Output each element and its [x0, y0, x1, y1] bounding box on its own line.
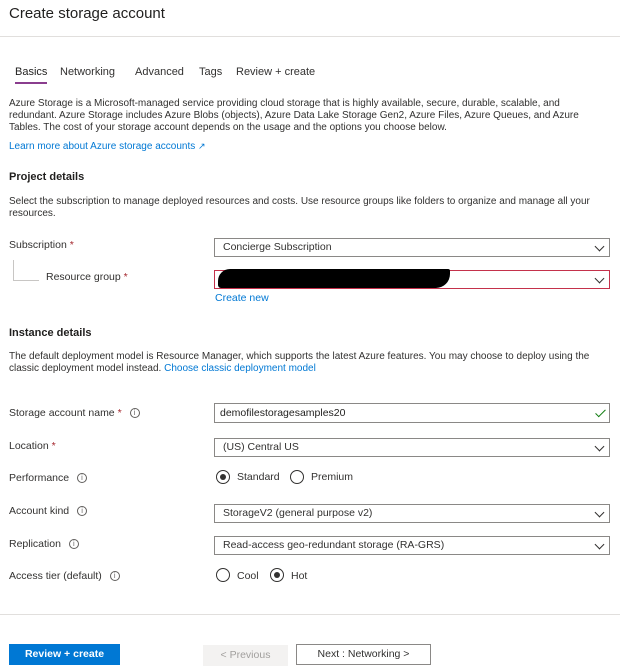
account-kind-dropdown[interactable]: StorageV2 (general purpose v2) [214, 504, 610, 523]
review-create-button[interactable]: Review + create [9, 644, 120, 665]
storage-account-name-input[interactable]: demofilestoragesamples20 [214, 403, 610, 423]
info-icon[interactable]: i [77, 473, 88, 484]
chevron-down-icon [594, 507, 605, 518]
external-link-icon: ↗ [198, 141, 206, 151]
storage-account-name-value: demofilestoragesamples20 [220, 407, 346, 419]
performance-standard-label: Standard [237, 471, 280, 483]
tab-advanced[interactable]: Advanced [135, 66, 184, 78]
intro-text: Azure Storage is a Microsoft-managed ser… [9, 98, 579, 133]
instance-details-heading: Instance details [9, 327, 92, 339]
info-icon[interactable]: i [68, 539, 79, 550]
access-tier-cool-radio[interactable] [216, 568, 230, 582]
performance-label: Performance i [9, 472, 88, 484]
performance-premium-label: Premium [311, 471, 354, 483]
required-marker: * [51, 440, 56, 452]
project-details-heading: Project details [9, 171, 85, 183]
account-kind-label: Account kind i [9, 505, 88, 517]
performance-standard-radio[interactable] [216, 470, 230, 484]
footer-divider [0, 614, 620, 615]
tab-tags[interactable]: Tags [199, 66, 222, 78]
tab-basics[interactable]: Basics [15, 66, 47, 78]
info-icon[interactable]: i [109, 571, 120, 582]
replication-dropdown[interactable]: Read-access geo-redundant storage (RA-GR… [214, 536, 610, 555]
learn-more-link[interactable]: Learn more about Azure storage accounts [9, 141, 195, 152]
header-divider [0, 36, 620, 37]
project-details-description: Select the subscription to manage deploy… [9, 196, 590, 219]
chevron-down-icon [594, 273, 605, 284]
location-value: (US) Central US [223, 441, 299, 453]
replication-value: Read-access geo-redundant storage (RA-GR… [223, 539, 445, 551]
checkmark-icon [595, 406, 606, 418]
chevron-down-icon [594, 241, 605, 252]
create-new-link[interactable]: Create new [215, 292, 269, 304]
tab-networking[interactable]: Networking [60, 66, 115, 78]
location-label: Location * [9, 440, 56, 452]
access-tier-label: Access tier (default) i [9, 570, 120, 582]
tree-connector [13, 280, 39, 281]
subscription-dropdown[interactable]: Concierge Subscription [214, 238, 610, 257]
resource-group-label: Resource group * [46, 271, 128, 283]
info-icon[interactable]: i [129, 408, 140, 419]
access-tier-cool-label: Cool [237, 570, 259, 582]
account-kind-value: StorageV2 (general purpose v2) [223, 507, 373, 519]
storage-account-name-label: Storage account name * i [9, 407, 140, 419]
access-tier-hot-label: Hot [291, 570, 308, 582]
performance-premium-radio[interactable] [290, 470, 304, 484]
next-networking-button[interactable]: Next : Networking > [296, 644, 431, 665]
chevron-down-icon [594, 539, 605, 550]
classic-deployment-link[interactable]: Choose classic deployment model [164, 363, 316, 374]
required-marker: * [123, 271, 128, 283]
chevron-down-icon [594, 441, 605, 452]
instance-details-description: The default deployment model is Resource… [9, 351, 590, 374]
tree-connector [13, 260, 14, 280]
location-dropdown[interactable]: (US) Central US [214, 438, 610, 457]
required-marker: * [69, 239, 74, 251]
previous-button[interactable]: < Previous [203, 645, 288, 666]
active-tab-indicator [15, 82, 47, 84]
required-marker: * [117, 407, 122, 419]
info-icon[interactable]: i [77, 506, 88, 517]
subscription-label: Subscription * [9, 239, 74, 251]
access-tier-hot-radio[interactable] [270, 568, 284, 582]
tab-review-create[interactable]: Review + create [236, 66, 315, 78]
subscription-value: Concierge Subscription [223, 241, 332, 253]
page-title: Create storage account [9, 5, 165, 22]
replication-label: Replication i [9, 538, 79, 550]
redaction-mark [218, 269, 450, 288]
